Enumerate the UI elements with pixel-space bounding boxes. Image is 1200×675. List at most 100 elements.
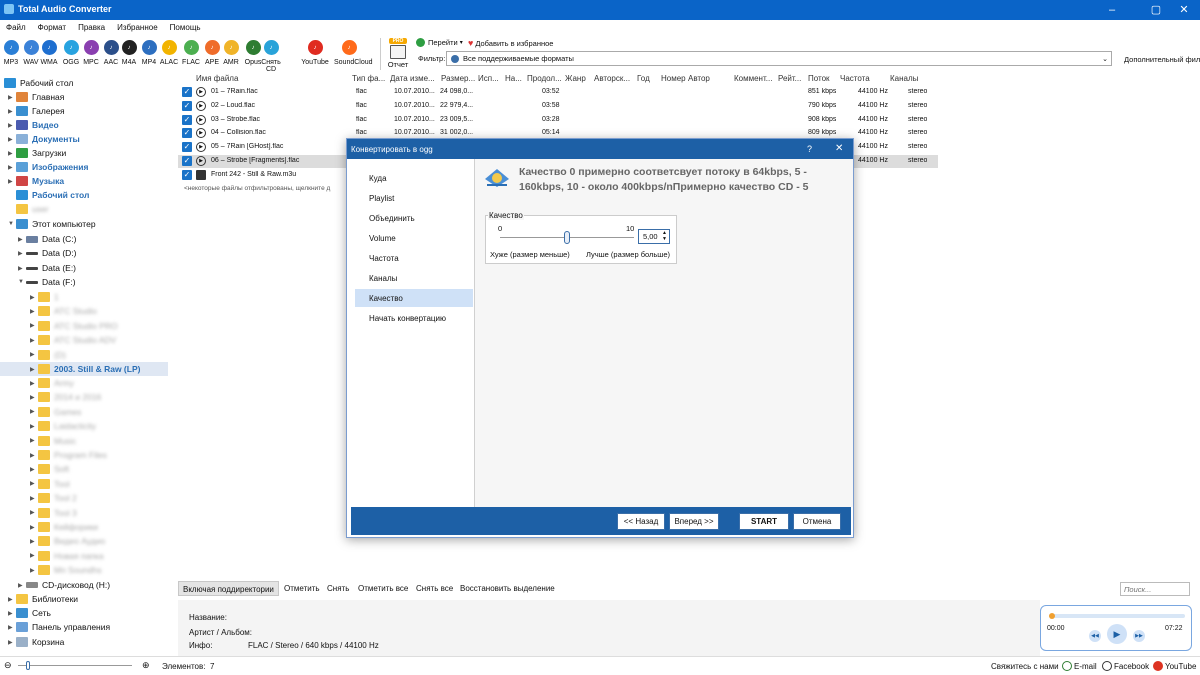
- tree-downloads[interactable]: ▶ Загрузки: [8, 146, 66, 160]
- dialog-close-button[interactable]: ✕: [835, 143, 843, 154]
- column-header[interactable]: Имя файла: [196, 74, 238, 85]
- format-m4a-button[interactable]: ♪ M4A: [120, 40, 138, 66]
- cancel-button[interactable]: Отмена: [793, 513, 841, 530]
- zoom-out-icon[interactable]: ⊖: [4, 660, 12, 671]
- file-checkbox[interactable]: ✓: [182, 142, 192, 153]
- format-mp3-button[interactable]: ♪ MP3: [2, 40, 20, 66]
- format-soundcloud-button[interactable]: ♪ SoundCloud: [334, 40, 373, 66]
- next-icon[interactable]: ▶▶: [1133, 630, 1145, 642]
- minimize-button[interactable]: –: [1096, 0, 1128, 20]
- tree-folder[interactable]: ▶ Мп Soundhs: [30, 563, 102, 577]
- zoom-slider[interactable]: [18, 661, 132, 670]
- tree-video[interactable]: ▶ Видео: [8, 118, 59, 132]
- tree-folder[interactable]: ▶ Кейфорики: [30, 520, 98, 534]
- quality-value-spinner[interactable]: 5,00 ▲ ▼: [638, 229, 670, 244]
- dialog-nav-item[interactable]: Объединить: [355, 209, 473, 227]
- format-youtube-button[interactable]: ♪ YouTube: [301, 40, 329, 66]
- next-button[interactable]: Вперед >>: [669, 513, 719, 530]
- tree-drive-e[interactable]: ▶ Data (E:): [18, 261, 76, 275]
- tree-folder[interactable]: ▶ 2014 и 2016: [30, 390, 101, 404]
- back-button[interactable]: << Назад: [617, 513, 665, 530]
- tree-folder[interactable]: ▶ Tool: [30, 477, 70, 491]
- tree-folder[interactable]: ▶ Games: [30, 405, 81, 419]
- column-header[interactable]: Продол...: [527, 74, 562, 85]
- goto-button[interactable]: Перейти ▾: [416, 38, 463, 47]
- tree-documents[interactable]: ▶ Документы: [8, 132, 80, 146]
- menu-help[interactable]: Помощь: [164, 20, 207, 32]
- zoom-in-icon[interactable]: ⊕: [142, 660, 150, 671]
- start-button[interactable]: START: [739, 513, 789, 530]
- advanced-filter-link[interactable]: Дополнительный фильт: [1124, 55, 1200, 64]
- previous-icon[interactable]: ◀◀: [1089, 630, 1101, 642]
- column-header[interactable]: Поток: [808, 74, 830, 85]
- dialog-nav-item[interactable]: Каналы: [355, 269, 473, 287]
- play-icon[interactable]: ▶: [1107, 624, 1127, 644]
- format-mpc-button[interactable]: ♪ MPC: [82, 40, 100, 66]
- report-button[interactable]: PRO Отчет: [386, 38, 410, 69]
- tree-drive-f[interactable]: ▼ Data (F:): [18, 275, 76, 289]
- format-wav-button[interactable]: ♪ WAV: [22, 40, 40, 66]
- column-header[interactable]: Дата изме...: [390, 74, 435, 85]
- format-ogg-button[interactable]: ♪ OGG: [62, 40, 80, 66]
- format-ape-button[interactable]: ♪ APE: [203, 40, 221, 66]
- tree-folder[interactable]: ▶ Tool 3: [30, 506, 77, 520]
- dialog-help-button[interactable]: ?: [807, 144, 812, 154]
- column-header[interactable]: На...: [505, 74, 522, 85]
- restore-selection-button[interactable]: Восстановить выделение: [460, 584, 555, 593]
- menu-edit[interactable]: Правка: [72, 20, 111, 32]
- file-row[interactable]: ✓ ▶ 03 – Strobe.flac flac 10.07.2010... 23 00…: [178, 114, 938, 127]
- tree-this-pc[interactable]: ▼ Этот компьютер: [8, 217, 96, 231]
- menu-format[interactable]: Формат: [32, 20, 72, 32]
- format-opus-button[interactable]: ♪ Opus: [244, 40, 262, 66]
- dialog-nav-item[interactable]: Качество: [355, 289, 473, 307]
- column-header[interactable]: Рейт...: [778, 74, 801, 85]
- play-icon[interactable]: ▶: [196, 142, 206, 153]
- play-icon[interactable]: ▶: [196, 100, 206, 111]
- dialog-nav-item[interactable]: Куда: [355, 169, 473, 187]
- column-header[interactable]: Исп...: [478, 74, 499, 85]
- facebook-link[interactable]: Facebook: [1102, 661, 1149, 671]
- column-header[interactable]: Номер: [661, 74, 686, 85]
- youtube-link[interactable]: YouTube: [1153, 661, 1196, 671]
- tree-folder[interactable]: ▶ Program Files: [30, 448, 107, 462]
- dialog-nav-item[interactable]: Начать конвертацию: [355, 309, 473, 327]
- dialog-nav-item[interactable]: Частота: [355, 249, 473, 267]
- mark-button[interactable]: Отметить: [284, 584, 320, 593]
- tree-folder[interactable]: ▶ Новая папка: [30, 549, 104, 563]
- column-header[interactable]: Коммент...: [734, 74, 772, 85]
- tree-home[interactable]: ▶ Главная: [8, 90, 64, 104]
- tree-folder[interactable]: ▶ Видео Аудио: [30, 534, 105, 548]
- tree-drive-d[interactable]: ▶ Data (D:): [18, 246, 76, 260]
- column-header[interactable]: Тип фа...: [352, 74, 385, 85]
- play-icon[interactable]: ▶: [196, 156, 206, 166]
- filter-select[interactable]: Все поддерживаемые форматы ⌄: [446, 51, 1112, 66]
- menu-file[interactable]: Файл: [0, 20, 32, 32]
- tree-folder[interactable]: ▶ Laidacticity: [30, 419, 96, 433]
- search-input[interactable]: [1120, 582, 1190, 596]
- column-header[interactable]: Частота: [840, 74, 870, 85]
- tree-images[interactable]: ▶ Изображения: [8, 160, 88, 174]
- format-снять-cd-button[interactable]: ♪ Снять CD: [261, 40, 281, 73]
- tree-folder[interactable]: ▶ Army: [30, 376, 74, 390]
- column-header[interactable]: Размер...: [441, 74, 475, 85]
- tree-selected-folder[interactable]: ▶ 2003. Still & Raw (LP): [0, 362, 168, 376]
- tree-control-panel[interactable]: ▶ Панель управления: [8, 620, 110, 634]
- file-checkbox[interactable]: ✓: [182, 114, 192, 125]
- tree-user[interactable]: user: [16, 202, 49, 216]
- unmark-all-button[interactable]: Снять все: [416, 584, 453, 593]
- menu-favorites[interactable]: Избранное: [111, 20, 164, 32]
- tree-network[interactable]: ▶ Сеть: [8, 606, 51, 620]
- column-header[interactable]: Жанр: [565, 74, 586, 85]
- format-alac-button[interactable]: ♪ ALAC: [160, 40, 178, 66]
- play-icon[interactable]: ▶: [196, 128, 206, 139]
- tree-drive-c[interactable]: ▶ Data (C:): [18, 232, 76, 246]
- tree-cd-drive[interactable]: ▶ CD-дисковод (H:): [18, 578, 110, 592]
- column-header[interactable]: Автор: [688, 74, 710, 85]
- format-amr-button[interactable]: ♪ AMR: [222, 40, 240, 66]
- email-link[interactable]: E-mail: [1062, 661, 1097, 671]
- tree-folder[interactable]: ▶ Music: [30, 434, 76, 448]
- column-header[interactable]: Каналы: [890, 74, 918, 85]
- tree-desktop[interactable]: Рабочий стол: [4, 76, 73, 90]
- tree-folder[interactable]: ▶ (D): [30, 348, 66, 362]
- file-checkbox[interactable]: ✓: [182, 100, 192, 111]
